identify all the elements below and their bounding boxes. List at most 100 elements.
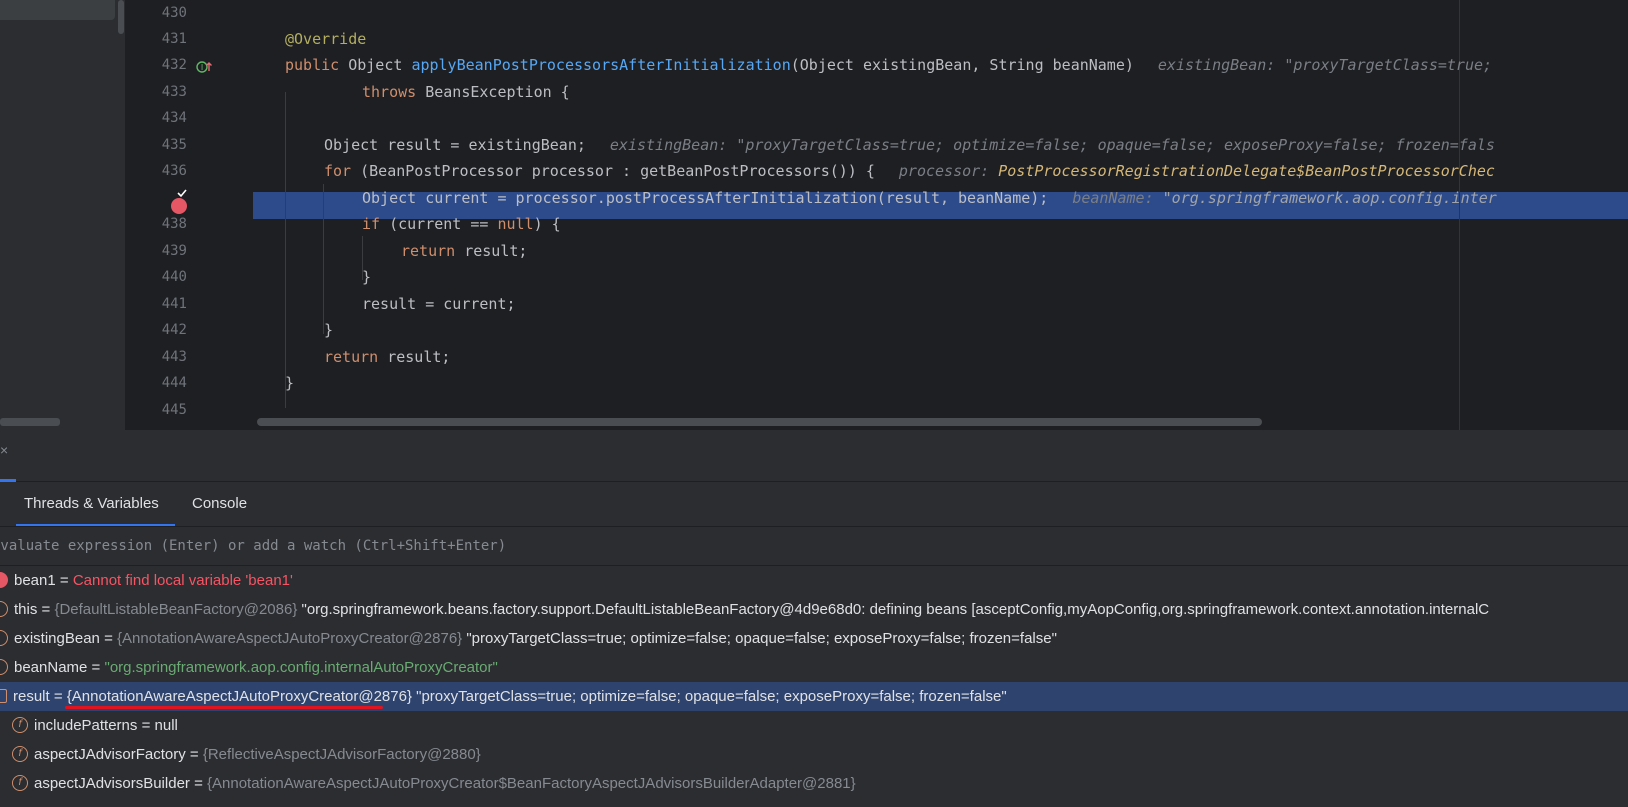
variable-row-selected[interactable]: result = {AnnotationAwareAspectJAutoProx… <box>0 682 1628 711</box>
variable-row[interactable]: bean1 = Cannot find local variable 'bean… <box>0 566 1628 595</box>
inline-value-hint-label: processor: <box>898 162 999 180</box>
type-token: Object <box>339 56 412 74</box>
overrides-method-icon[interactable]: I <box>196 60 214 78</box>
code-token: result; <box>378 348 451 366</box>
error-icon <box>0 572 8 589</box>
line-number: 443 <box>161 349 187 365</box>
debug-tool-window: × Threads & Variables Console bean1 = Ca… <box>0 430 1628 807</box>
inline-value-hint-label: beanName: <box>1072 189 1163 207</box>
code-line-437: Object current = processor.postProcessAf… <box>362 185 1497 212</box>
variable-name: this <box>14 601 38 618</box>
code-line-442: } <box>324 317 333 344</box>
variable-row[interactable]: existingBean = {AnnotationAwareAspectJAu… <box>0 624 1628 653</box>
variable-row[interactable]: beanName = "org.springframework.aop.conf… <box>0 653 1628 682</box>
field-icon: f <box>12 717 28 734</box>
code-token: result; <box>455 242 528 260</box>
variable-type: {AnnotationAwareAspectJAutoProxyCreator@… <box>117 630 463 647</box>
line-number: 436 <box>161 163 187 179</box>
tab-threads-variables[interactable]: Threads & Variables <box>16 482 175 526</box>
variable-value: null <box>154 717 178 734</box>
variable-row[interactable]: f aspectJAdvisorsBuilder = {AnnotationAwa… <box>0 769 1628 798</box>
line-number-gutter[interactable]: 430 431 432 433 434 435 436 438 439 440 … <box>125 0 253 430</box>
line-number: 444 <box>161 375 187 391</box>
project-panel-edge <box>0 0 125 430</box>
inline-value-hint: existingBean: "proxyTargetClass=true; <box>1157 56 1493 74</box>
breakpoint-check-icon <box>177 189 187 198</box>
inline-value-hint: existingBean: "proxyTargetClass=true; op… <box>609 136 1495 154</box>
variable-row[interactable]: this = {DefaultListableBeanFactory@2086}… <box>0 595 1628 624</box>
line-number: 434 <box>161 110 187 126</box>
code-token: } <box>285 374 295 392</box>
variable-type: {AnnotationAwareAspectJAutoProxyCreator@… <box>66 688 412 705</box>
code-token: ) { <box>533 215 561 233</box>
red-underline-annotation <box>65 706 383 709</box>
code-token: Object current = processor.postProcessAf… <box>362 189 1049 207</box>
variable-name: aspectJAdvisorFactory <box>34 746 186 763</box>
code-line-441: result = current; <box>362 291 516 318</box>
line-number: 433 <box>161 84 187 100</box>
line-number: 441 <box>161 296 187 312</box>
param-icon <box>0 630 8 647</box>
code-line-439: return result; <box>401 238 527 265</box>
param-icon <box>0 659 8 676</box>
variable-value: "proxyTargetClass=true; optimize=false; … <box>462 630 1057 647</box>
variable-equals: = <box>87 659 105 676</box>
variable-type: {AnnotationAwareAspectJAutoProxyCreator$… <box>207 775 856 792</box>
variable-equals: = <box>49 688 67 705</box>
keyword-token: for <box>324 162 352 180</box>
debug-session-header: × <box>0 430 1628 482</box>
variable-equals: = <box>37 601 55 618</box>
override-gutter-icon[interactable]: I <box>196 60 214 74</box>
variable-name: aspectJAdvisorsBuilder <box>34 775 190 792</box>
code-line-440: } <box>362 264 371 291</box>
variable-row[interactable]: f includePatterns = null <box>0 711 1628 740</box>
variable-type: {DefaultListableBeanFactory@2086} <box>54 601 298 618</box>
variable-name: bean1 <box>14 572 56 589</box>
watch-expression-bar <box>0 526 1628 566</box>
keyword-token: return <box>324 348 379 366</box>
keyword-token: return <box>401 242 456 260</box>
variable-equals: = <box>99 630 118 647</box>
local-var-icon <box>0 689 7 704</box>
variable-name: existingBean <box>14 630 100 647</box>
code-editor[interactable]: 430 431 432 433 434 435 436 438 439 440 … <box>0 0 1628 430</box>
project-panel-hscrollbar[interactable] <box>0 418 60 426</box>
evaluate-expression-input[interactable] <box>0 527 1628 565</box>
variable-name: includePatterns <box>34 717 138 734</box>
code-line-438: if (current == null) { <box>362 211 561 238</box>
close-session-icon[interactable]: × <box>0 442 8 458</box>
debug-tab-bar: Threads & Variables Console <box>0 482 1628 526</box>
variable-type: {ReflectiveAspectJAdvisorFactory@2880} <box>202 746 481 763</box>
variable-equals: = <box>189 775 208 792</box>
code-token: } <box>324 321 334 339</box>
project-panel-tab[interactable] <box>0 0 115 20</box>
variable-value: "org.springframework.beans.factory.suppo… <box>297 601 1490 618</box>
variable-equals: = <box>137 717 155 734</box>
object-icon <box>0 601 8 618</box>
svg-text:I: I <box>201 63 203 72</box>
code-line-435: Object result = existingBean; existingBea… <box>324 132 1495 159</box>
keyword-token: null <box>497 215 534 233</box>
method-name-token: applyBeanPostProcessorsAfterInitializati… <box>411 56 791 74</box>
variables-tree[interactable]: bean1 = Cannot find local variable 'bean… <box>0 566 1628 807</box>
variable-equals: = <box>55 572 73 589</box>
variable-value: "proxyTargetClass=true; optimize=false; … <box>411 688 1007 705</box>
code-line-444: } <box>285 370 294 397</box>
tab-console[interactable]: Console <box>192 482 247 526</box>
editor-horizontal-scrollbar[interactable] <box>257 418 1262 426</box>
inline-value-hint-value: "org.springframework.aop.config.inter <box>1162 189 1497 207</box>
line-number: 440 <box>161 269 187 285</box>
keyword-token: throws <box>362 83 417 101</box>
line-number: 438 <box>161 216 187 232</box>
code-text-area[interactable]: @Override public Object applyBeanPostPro… <box>253 0 1628 430</box>
variable-row[interactable]: f aspectJAdvisorFactory = {ReflectiveAspe… <box>0 740 1628 769</box>
inline-value-hint-class: PostProcessorRegistrationDelegate$BeanPo… <box>998 162 1495 180</box>
line-number: 445 <box>161 402 187 418</box>
breakpoint-icon[interactable] <box>171 198 187 214</box>
code-line-432: public Object applyBeanPostProcessorsAft… <box>285 52 1492 79</box>
project-panel-scrollbar[interactable] <box>118 0 124 34</box>
keyword-token: public <box>285 56 340 74</box>
line-number: 435 <box>161 137 187 153</box>
variable-error: Cannot find local variable 'bean1' <box>72 572 293 589</box>
field-icon: f <box>12 746 28 763</box>
